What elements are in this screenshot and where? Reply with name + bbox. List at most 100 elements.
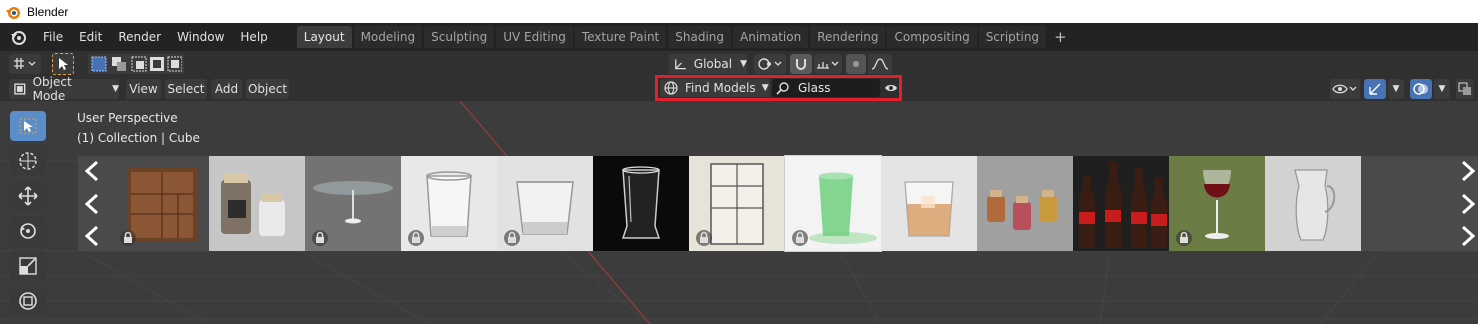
chevron-down-icon: ▼: [1392, 84, 1400, 94]
window-title: Blender: [27, 4, 69, 19]
menu-select[interactable]: Select: [165, 79, 207, 99]
overlays-dropdown[interactable]: ▼: [1434, 79, 1450, 99]
model-thumb-green-glass[interactable]: [784, 155, 882, 252]
cursor-tool[interactable]: [10, 146, 46, 176]
lock-icon: [120, 230, 136, 246]
scale-tool[interactable]: [10, 251, 46, 281]
shot-glass-image: [593, 156, 689, 251]
falloff-dropdown[interactable]: [868, 54, 892, 74]
snap-toggle-button[interactable]: [790, 54, 812, 74]
spice-jars-image: [209, 156, 305, 251]
top-menu-bar: File Edit Render Window Help Layout Mode…: [0, 23, 1478, 51]
selectability-icon: [1332, 84, 1357, 94]
chevron-left-icon[interactable]: [83, 225, 101, 247]
find-models-group: Find Models ▼ Glass: [655, 75, 902, 101]
model-thumb-spice-jars[interactable]: [209, 156, 305, 251]
visibility-dropdown[interactable]: [1330, 79, 1360, 99]
lock-icon: [408, 230, 424, 246]
3d-cursor-icon: [19, 152, 37, 170]
find-models-dropdown[interactable]: Find Models ▼: [660, 79, 770, 97]
lock-icon: [504, 230, 520, 246]
menu-add[interactable]: Add: [211, 79, 242, 99]
selection-mode-icons: [91, 56, 182, 72]
menu-view[interactable]: View: [126, 79, 161, 99]
chevron-down-icon: ▼: [1438, 84, 1446, 94]
tab-rendering[interactable]: Rendering: [810, 26, 886, 48]
tab-animation[interactable]: Animation: [733, 26, 809, 48]
falloff-curve-icon: [871, 58, 889, 70]
object-mode-value: Object Mode: [32, 75, 72, 103]
add-workspace-button[interactable]: +: [1048, 26, 1073, 48]
tab-shading[interactable]: Shading: [668, 26, 731, 48]
menu-edit[interactable]: Edit: [71, 26, 110, 48]
snap-target-dropdown[interactable]: [814, 54, 842, 74]
chevron-down-icon: ▼: [740, 59, 747, 69]
lock-icon: [1176, 230, 1192, 246]
workspace-tabs: Layout Modeling Sculpting UV Editing Tex…: [296, 26, 1075, 48]
select-box-tool[interactable]: [10, 111, 46, 141]
cola-bottles-image: [1073, 156, 1169, 251]
overlays-toggle-button[interactable]: [1410, 79, 1432, 99]
chevron-left-icon[interactable]: [83, 193, 101, 215]
menu-file[interactable]: File: [35, 26, 71, 48]
move-tool[interactable]: [10, 181, 46, 211]
select-tool-button[interactable]: [52, 53, 74, 75]
menu-window[interactable]: Window: [169, 26, 232, 48]
model-thumb-glass-jug[interactable]: [1265, 156, 1361, 251]
3d-viewport[interactable]: User Perspective (1) Collection | Cube: [0, 101, 1478, 324]
globe-icon: [664, 81, 678, 95]
model-thumb-shot-glass-dark[interactable]: [593, 156, 689, 251]
chevron-right-icon[interactable]: [1459, 225, 1477, 247]
editor-type-button[interactable]: [9, 54, 41, 74]
selection-mode-buttons[interactable]: [88, 54, 184, 74]
tab-layout[interactable]: Layout: [296, 26, 352, 48]
model-thumb-small-jars[interactable]: [977, 156, 1073, 251]
menu-object[interactable]: Object: [246, 79, 289, 99]
model-thumb-glass-tumbler[interactable]: [401, 156, 497, 251]
model-thumb-whisky-glass[interactable]: [881, 156, 977, 251]
tab-scripting[interactable]: Scripting: [978, 26, 1047, 48]
tab-texture-paint[interactable]: Texture Paint: [574, 26, 667, 48]
chevron-down-icon: ▼: [112, 84, 119, 94]
tab-uv-editing[interactable]: UV Editing: [496, 26, 573, 48]
chevron-right-icon[interactable]: [1459, 160, 1477, 182]
search-icon: [776, 82, 789, 95]
transform-orientation-dropdown[interactable]: Global ▼: [669, 54, 747, 74]
proportional-edit-icon: [853, 61, 859, 67]
eye-icon: [885, 85, 897, 91]
orientation-axes-icon: [675, 59, 686, 70]
xray-toggle-button[interactable]: [1456, 79, 1474, 99]
model-thumb-glass-table[interactable]: [305, 156, 401, 251]
small-jars-image: [977, 156, 1073, 251]
transform-tool[interactable]: [10, 286, 46, 316]
glass-jug-image: [1265, 156, 1361, 251]
model-thumb-wooden-cabinet[interactable]: [113, 156, 209, 251]
transform-icon: [19, 292, 37, 310]
tab-modeling[interactable]: Modeling: [353, 26, 423, 48]
model-search-value: Glass: [798, 81, 831, 95]
rotate-tool[interactable]: [10, 216, 46, 246]
pivot-point-dropdown[interactable]: [754, 54, 786, 74]
select-box-icon: [19, 118, 37, 134]
rotate-icon: [20, 223, 36, 239]
model-thumb-square-glass[interactable]: [497, 156, 593, 251]
cursor-arrow-icon: [59, 58, 68, 70]
model-thumb-wine-glass[interactable]: [1169, 156, 1265, 251]
left-toolbar: [10, 111, 48, 321]
tab-sculpting[interactable]: Sculpting: [424, 26, 495, 48]
gizmo-dropdown[interactable]: ▼: [1388, 79, 1404, 99]
gizmo-toggle-button[interactable]: [1364, 79, 1386, 99]
menu-render[interactable]: Render: [110, 26, 169, 48]
blender-menu-icon[interactable]: [9, 28, 27, 46]
proportional-edit-button[interactable]: [846, 54, 866, 74]
chevron-left-icon[interactable]: [83, 160, 101, 182]
chevron-right-icon[interactable]: [1459, 193, 1477, 215]
object-mode-dropdown[interactable]: Object Mode ▼: [9, 75, 119, 103]
menu-help[interactable]: Help: [232, 26, 275, 48]
tab-compositing[interactable]: Compositing: [887, 26, 977, 48]
model-thumb-cola-bottles[interactable]: [1073, 156, 1169, 251]
toggle-preview-button[interactable]: [882, 79, 900, 97]
tool-settings-bar: Global ▼: [0, 51, 1478, 77]
model-thumb-window-frame[interactable]: [689, 156, 785, 251]
model-search-input[interactable]: Glass: [772, 79, 880, 97]
